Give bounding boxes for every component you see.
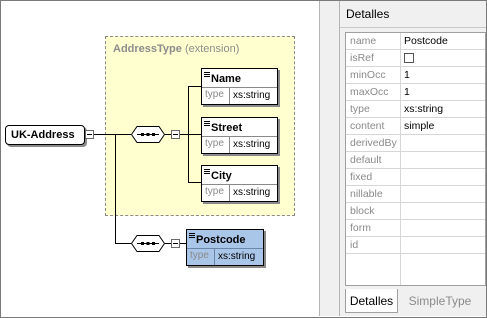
- panel-divider: [340, 27, 486, 28]
- property-row[interactable]: derivedBy: [346, 135, 485, 152]
- type-key: type: [205, 89, 224, 100]
- connector: [94, 134, 115, 135]
- schema-diagram: AddressType (extension) UK-Address Name: [1, 1, 319, 316]
- connector: [188, 86, 201, 87]
- property-key: default: [346, 152, 401, 168]
- collapse-toggle-sequence[interactable]: [171, 239, 180, 248]
- property-row[interactable]: block: [346, 203, 485, 220]
- property-key: minOcc: [346, 67, 401, 83]
- property-key: fixed: [346, 169, 401, 185]
- element-city-box[interactable]: City type xs:string: [201, 165, 278, 202]
- root-element-uk-address[interactable]: UK-Address: [5, 125, 85, 145]
- properties-filler: [400, 254, 401, 285]
- panel-splitter[interactable]: [319, 1, 340, 316]
- property-value[interactable]: Postcode: [404, 33, 448, 49]
- property-value[interactable]: 1: [404, 67, 410, 83]
- collapse-toggle-root[interactable]: [85, 130, 94, 139]
- property-key: form: [346, 220, 401, 236]
- connector: [115, 134, 116, 244]
- property-key: nillable: [346, 186, 401, 202]
- properties-grid: name Postcode isRef minOcc 1 maxOcc 1 ty…: [345, 32, 486, 286]
- connector: [115, 243, 131, 244]
- element-type-row: type xs:string: [202, 136, 277, 153]
- property-row[interactable]: type xs:string: [346, 101, 485, 118]
- type-value: xs:string: [214, 249, 255, 265]
- panel-tabs: Detalles SimpleType: [340, 287, 486, 316]
- property-value[interactable]: 1: [404, 84, 410, 100]
- type-value: xs:string: [229, 88, 270, 104]
- property-row[interactable]: isRef: [346, 50, 485, 67]
- element-type-row: type xs:string: [202, 87, 277, 104]
- connector: [115, 134, 131, 135]
- type-key: type: [205, 138, 224, 149]
- type-value: xs:string: [229, 185, 270, 201]
- element-postcode-box[interactable]: Postcode type xs:string: [186, 229, 264, 266]
- panel-title: Detalles: [346, 7, 390, 21]
- sequence-compositor-icon[interactable]: [131, 235, 165, 252]
- connector: [188, 182, 201, 183]
- type-key: type: [205, 186, 224, 197]
- property-row[interactable]: minOcc 1: [346, 67, 485, 84]
- sequence-compositor-icon[interactable]: [131, 126, 165, 143]
- tab-detalles[interactable]: Detalles: [345, 289, 398, 313]
- collapse-toggle-sequence[interactable]: [171, 130, 180, 139]
- element-type-row: type xs:string: [202, 184, 277, 201]
- complex-type-label: AddressType (extension): [113, 43, 239, 55]
- property-row[interactable]: default: [346, 152, 485, 169]
- element-street-label: Street: [204, 119, 242, 137]
- property-row[interactable]: fixed: [346, 169, 485, 186]
- property-key: type: [346, 101, 401, 117]
- element-street-box[interactable]: Street type xs:string: [201, 117, 278, 154]
- property-key: content: [346, 118, 401, 134]
- element-name-label: Name: [204, 70, 241, 88]
- element-city-label: City: [204, 167, 232, 185]
- property-row[interactable]: name Postcode: [346, 33, 485, 50]
- property-key: derivedBy: [346, 135, 401, 151]
- property-row[interactable]: content simple: [346, 118, 485, 135]
- element-name-box[interactable]: Name type xs:string: [201, 68, 278, 105]
- property-value[interactable]: xs:string: [404, 101, 443, 117]
- complex-type-name: AddressType: [113, 43, 182, 55]
- property-key: isRef: [346, 50, 401, 66]
- element-postcode-label: Postcode: [189, 231, 246, 249]
- connector: [188, 134, 201, 135]
- property-row[interactable]: form: [346, 220, 485, 237]
- details-panel: Detalles name Postcode isRef minOcc 1 ma…: [340, 1, 486, 316]
- property-row[interactable]: maxOcc 1: [346, 84, 485, 101]
- property-key: block: [346, 203, 401, 219]
- tab-simpletype[interactable]: SimpleType: [400, 289, 480, 313]
- type-key: type: [190, 250, 209, 261]
- property-key: maxOcc: [346, 84, 401, 100]
- type-value: xs:string: [229, 137, 270, 153]
- root-element-label: UK-Address: [11, 129, 75, 141]
- property-row[interactable]: id: [346, 237, 485, 254]
- complex-type-kind: (extension): [184, 43, 240, 55]
- element-type-row: type xs:string: [187, 248, 263, 265]
- property-row[interactable]: nillable: [346, 186, 485, 203]
- property-key: name: [346, 33, 401, 49]
- property-key: id: [346, 237, 401, 253]
- isref-checkbox[interactable]: [404, 53, 414, 63]
- property-value[interactable]: simple: [404, 118, 434, 134]
